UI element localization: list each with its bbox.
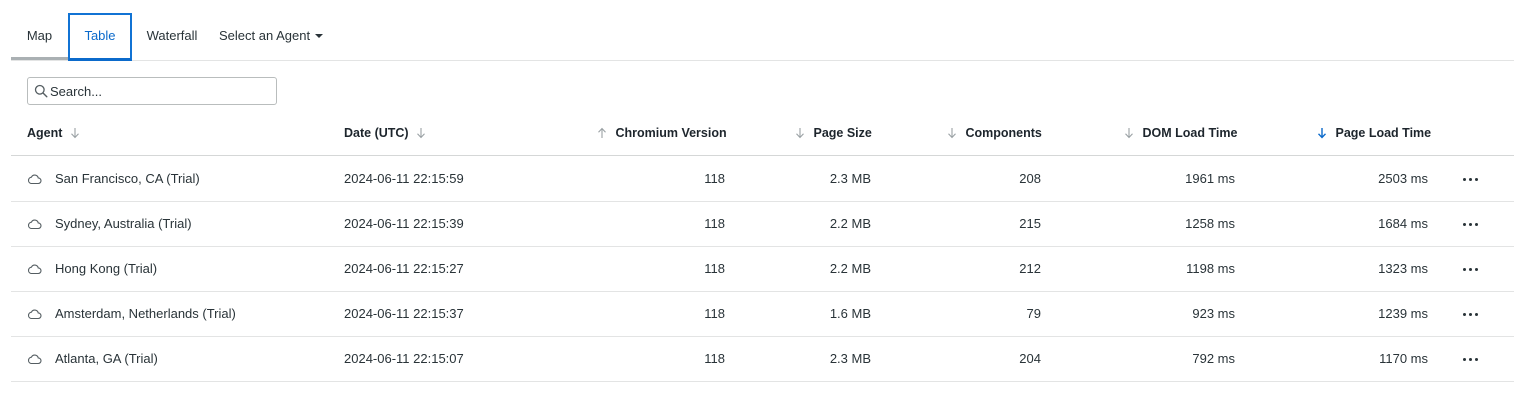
cloud-icon: [28, 219, 42, 230]
column-header-agent[interactable]: Agent: [27, 112, 80, 156]
cell-date: 2024-06-11 22:15:59: [344, 171, 464, 186]
search-input[interactable]: [50, 80, 272, 102]
cloud-icon: [28, 174, 42, 185]
table-row[interactable]: San Francisco, CA (Trial) 2024-06-11 22:…: [11, 157, 1514, 202]
tab-bar: Map Table Waterfall Select an Agent: [11, 13, 1514, 61]
search-box[interactable]: [27, 77, 277, 105]
cell-page-size: 2.3 MB: [829, 171, 871, 186]
cloud-icon: [28, 354, 42, 365]
column-header-page-load-time[interactable]: Page Load Time: [1317, 112, 1431, 156]
cell-agent: Hong Kong (Trial): [55, 261, 158, 276]
cell-dom-load-time: 1258 ms: [1185, 216, 1235, 231]
column-label: Page Load Time: [1335, 126, 1432, 140]
cell-components: 79: [1026, 306, 1041, 321]
cell-page-size: 2.3 MB: [829, 351, 871, 366]
cell-agent: San Francisco, CA (Trial): [55, 171, 200, 186]
column-label: Agent: [27, 126, 63, 140]
sort-up-icon: [597, 127, 607, 139]
cell-agent: Sydney, Australia (Trial): [55, 216, 192, 231]
select-agent-dropdown[interactable]: Select an Agent: [219, 13, 329, 61]
column-header-page-size[interactable]: Page Size: [795, 112, 872, 156]
cell-dom-load-time: 1198 ms: [1186, 261, 1235, 276]
table-row[interactable]: Amsterdam, Netherlands (Trial) 2024-06-1…: [11, 292, 1514, 337]
more-horizontal-icon[interactable]: [1461, 261, 1481, 277]
column-label: Date (UTC): [344, 126, 409, 140]
cell-chromium-version: 118: [704, 261, 725, 276]
column-label: Page Size: [813, 126, 872, 140]
caret-down-icon: [315, 33, 324, 38]
cell-page-load-time: 1170 ms: [1379, 351, 1428, 366]
table-row[interactable]: Hong Kong (Trial) 2024-06-11 22:15:27 11…: [11, 247, 1514, 292]
select-agent-label: Select an Agent: [219, 28, 311, 43]
sort-down-icon: [70, 127, 80, 139]
sort-descending-active-icon: [1317, 127, 1327, 139]
cell-page-load-time: 1684 ms: [1378, 216, 1428, 231]
cell-page-load-time: 1323 ms: [1378, 261, 1428, 276]
cell-components: 208: [1019, 171, 1041, 186]
cell-date: 2024-06-11 22:15:39: [344, 216, 464, 231]
cell-date: 2024-06-11 22:15:07: [344, 351, 464, 366]
table-row[interactable]: Atlanta, GA (Trial) 2024-06-11 22:15:07 …: [11, 337, 1514, 382]
sort-down-icon: [947, 127, 957, 139]
more-horizontal-icon[interactable]: [1461, 306, 1481, 322]
cell-agent: Atlanta, GA (Trial): [55, 351, 158, 366]
more-horizontal-icon[interactable]: [1461, 216, 1481, 232]
cloud-icon: [28, 264, 42, 275]
column-header-date[interactable]: Date (UTC): [344, 112, 426, 156]
cell-page-load-time: 1239 ms: [1378, 306, 1428, 321]
cell-dom-load-time: 792 ms: [1192, 351, 1235, 366]
column-label: Chromium Version: [615, 126, 727, 140]
cell-page-size: 2.2 MB: [829, 216, 871, 231]
search-icon: [34, 84, 48, 98]
table-header: Agent Date (UTC) Chromium Version Page S…: [11, 112, 1514, 156]
column-label: Components: [965, 126, 1042, 140]
cell-chromium-version: 118: [704, 306, 725, 321]
more-horizontal-icon[interactable]: [1461, 171, 1481, 187]
cell-components: 215: [1019, 216, 1041, 231]
cloud-icon: [28, 309, 42, 320]
cell-date: 2024-06-11 22:15:27: [344, 261, 464, 276]
tab-waterfall[interactable]: Waterfall: [132, 13, 212, 61]
sort-down-icon: [795, 127, 805, 139]
cell-page-size: 2.2 MB: [829, 261, 871, 276]
cell-dom-load-time: 923 ms: [1192, 306, 1235, 321]
tab-map[interactable]: Map: [11, 13, 68, 60]
cell-components: 212: [1019, 261, 1041, 276]
column-header-chromium-version[interactable]: Chromium Version: [597, 112, 727, 156]
column-header-components[interactable]: Components: [947, 112, 1042, 156]
cell-chromium-version: 118: [704, 351, 725, 366]
cell-agent: Amsterdam, Netherlands (Trial): [55, 306, 236, 321]
sort-down-icon: [416, 127, 426, 139]
cell-components: 204: [1019, 351, 1041, 366]
cell-chromium-version: 118: [704, 216, 725, 231]
sort-down-icon: [1124, 127, 1134, 139]
tab-table[interactable]: Table: [68, 13, 132, 61]
cell-dom-load-time: 1961 ms: [1185, 171, 1235, 186]
column-label: DOM Load Time: [1142, 126, 1238, 140]
more-horizontal-icon[interactable]: [1461, 351, 1481, 367]
cell-page-size: 1.6 MB: [829, 306, 871, 321]
cell-date: 2024-06-11 22:15:37: [344, 306, 464, 321]
cell-chromium-version: 118: [704, 171, 725, 186]
cell-page-load-time: 2503 ms: [1378, 171, 1428, 186]
table-row[interactable]: Sydney, Australia (Trial) 2024-06-11 22:…: [11, 202, 1514, 247]
column-header-dom-load-time[interactable]: DOM Load Time: [1124, 112, 1237, 156]
